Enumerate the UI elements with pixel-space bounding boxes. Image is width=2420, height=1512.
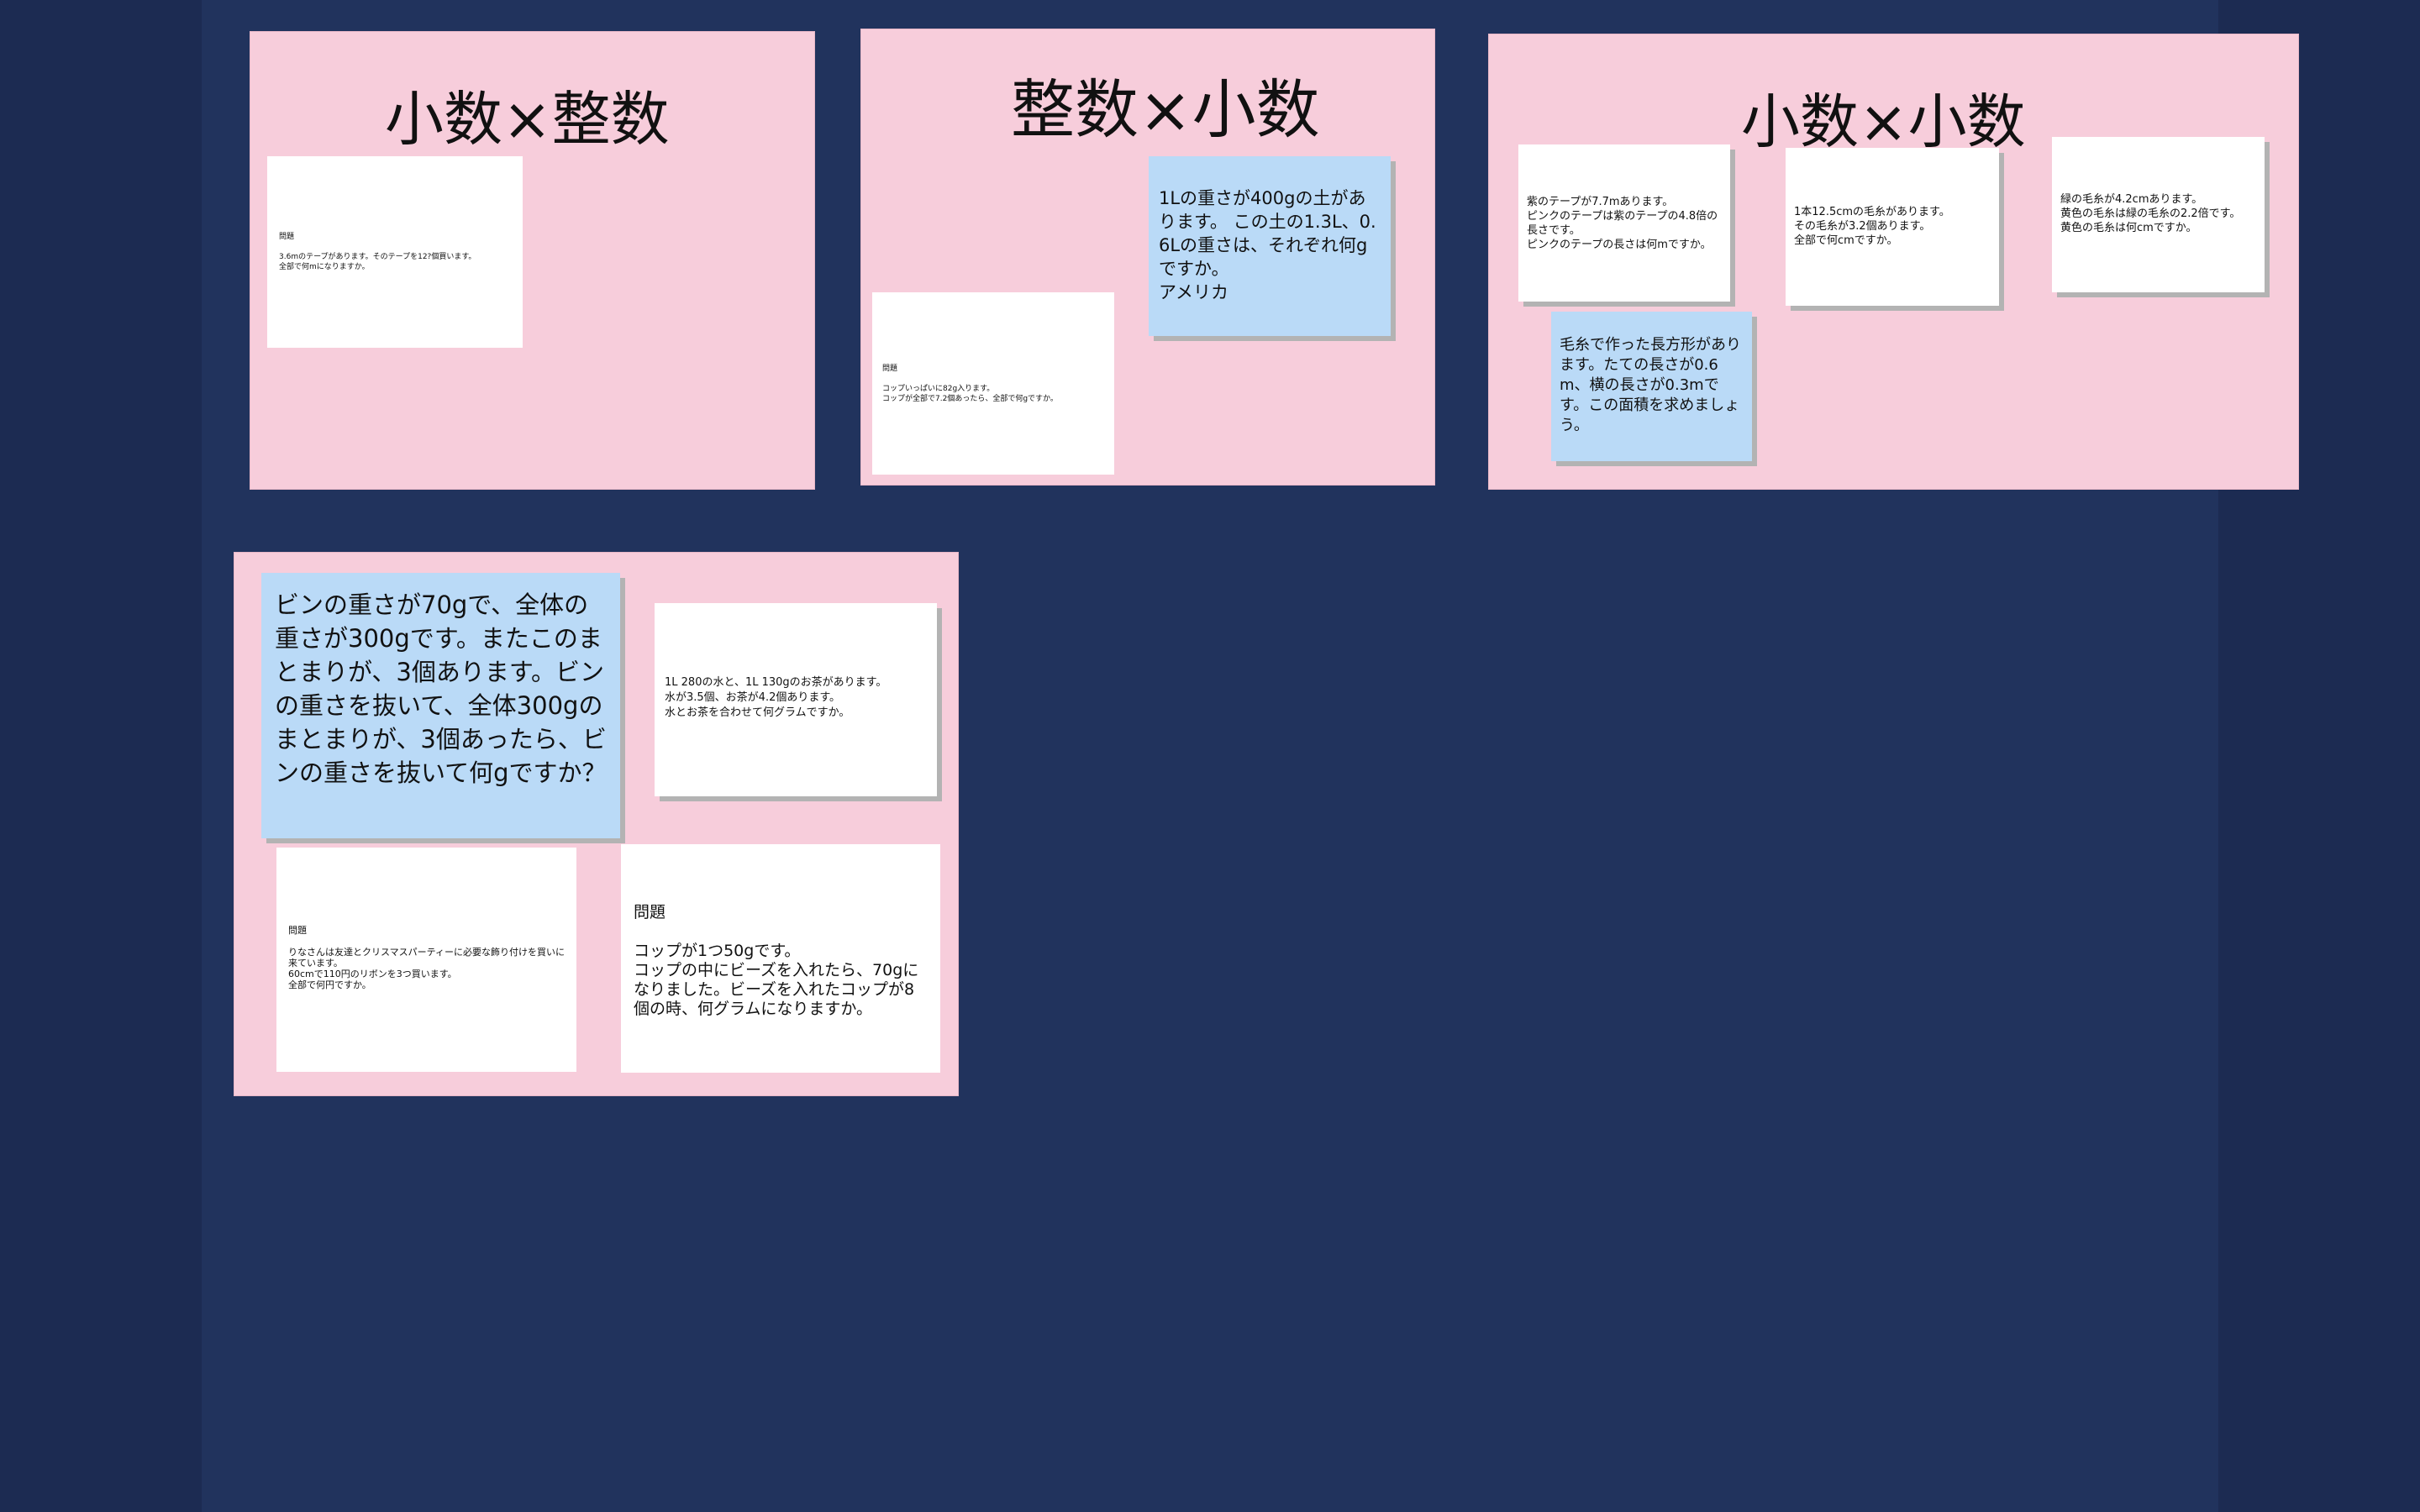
sticky-note[interactable]: 緑の毛糸が4.2cmあります。 黄色の毛糸は緑の毛糸の2.2倍です。 黄色の毛糸… [2052,137,2265,292]
sticky-note[interactable]: 問題 3.6mのテープがあります。そのテープを12?個買います。 全部で何mにな… [267,156,523,348]
frame-title: 小数×小数 [1741,87,2026,156]
frame-title: 小数×整数 [385,85,670,154]
sticky-note[interactable]: 1L 280の水と、1L 130gのお茶があります。 水が3.5個、お茶が4.2… [655,603,937,796]
frame-decimal-times-integer[interactable]: 小数×整数 問題 3.6mのテープがあります。そのテープを12?個買います。 全… [250,31,815,490]
sticky-note[interactable]: 紫のテープが7.7mあります。 ピンクのテープは紫のテープの4.8倍の長さです。… [1518,144,1730,302]
sticky-note[interactable]: 問題 りなさんは友達とクリスマスパーティーに必要な飾り付けを買いに来ています。 … [276,848,576,1072]
whiteboard-canvas[interactable]: 小数×整数 問題 3.6mのテープがあります。そのテープを12?個買います。 全… [202,0,2299,1512]
note-text: 問題 コップが1つ50gです。 コップの中にビーズを入れたら、70gになりました… [634,903,919,1018]
note-text: 問題 3.6mのテープがあります。そのテープを12?個買います。 全部で何mにな… [279,233,476,271]
note-text: 毛糸で作った長方形があります。たての長さが0.6m、横の長さが0.3mです。この… [1560,336,1741,434]
note-text: 緑の毛糸が4.2cmあります。 黄色の毛糸は緑の毛糸の2.2倍です。 黄色の毛糸… [2060,193,2241,234]
frame-word-problems[interactable]: ビンの重さが70gで、全体の重さが300gです。またこのまとまりが、3個あります… [234,552,959,1096]
sticky-note[interactable]: ビンの重さが70gで、全体の重さが300gです。またこのまとまりが、3個あります… [261,573,620,838]
note-text: 問題 コップいっぱいに82g入ります。 コップが全部で7.2個あったら、全部で何… [882,365,1058,403]
sticky-note[interactable]: 問題 コップいっぱいに82g入ります。 コップが全部で7.2個あったら、全部で何… [872,292,1114,475]
note-text: 問題 りなさんは友達とクリスマスパーティーに必要な飾り付けを買いに来ています。 … [288,925,566,990]
note-text: 紫のテープが7.7mあります。 ピンクのテープは紫のテープの4.8倍の長さです。… [1527,196,1718,251]
sticky-note[interactable]: 1本12.5cmの毛糸があります。 その毛糸が3.2個あります。 全部で何cmで… [1786,148,1999,306]
frame-decimal-times-decimal[interactable]: 小数×小数 紫のテープが7.7mあります。 ピンクのテープは紫のテープの4.8倍… [1488,34,2299,490]
note-text: 1Lの重さが400gの土があります。 この土の1.3L、0.6Lの重さは、それぞ… [1159,188,1376,302]
frame-title: 整数×小数 [1011,72,1320,147]
note-text: ビンの重さが70gで、全体の重さが300gです。またこのまとまりが、3個あります… [275,591,607,787]
sticky-note[interactable]: 問題 コップが1つ50gです。 コップの中にビーズを入れたら、70gになりました… [621,844,940,1073]
frame-integer-times-decimal[interactable]: 整数×小数 1Lの重さが400gの土があります。 この土の1.3L、0.6Lの重… [860,29,1435,486]
note-text: 1L 280の水と、1L 130gのお茶があります。 水が3.5個、お茶が4.2… [665,676,887,719]
sticky-note[interactable]: 1Lの重さが400gの土があります。 この土の1.3L、0.6Lの重さは、それぞ… [1149,156,1391,336]
sticky-note[interactable]: 毛糸で作った長方形があります。たての長さが0.6m、横の長さが0.3mです。この… [1551,312,1752,461]
note-text: 1本12.5cmの毛糸があります。 その毛糸が3.2個あります。 全部で何cmで… [1794,206,1950,247]
